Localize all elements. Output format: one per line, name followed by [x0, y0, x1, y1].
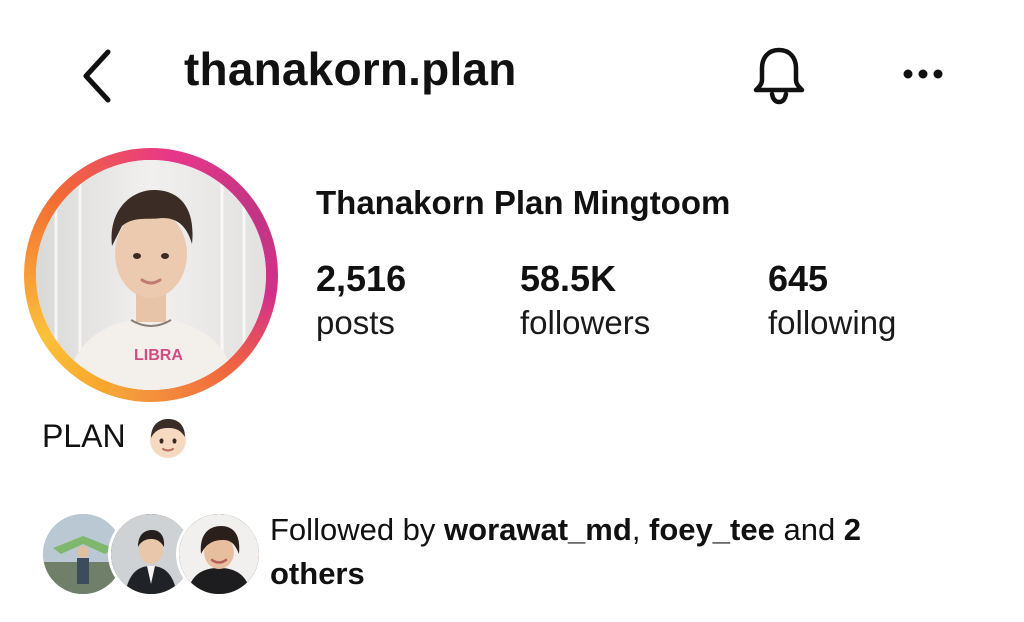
followed-by-user-1[interactable]: worawat_md: [444, 512, 632, 547]
profile-username: thanakorn.plan: [184, 43, 517, 95]
following-label: following: [768, 304, 897, 341]
profile-full-name: Thanakorn Plan Mingtoom: [316, 184, 731, 221]
more-horizontal-icon: [903, 69, 943, 79]
back-button[interactable]: [70, 46, 126, 106]
notifications-button[interactable]: [746, 44, 812, 108]
follower-photo-3: [179, 514, 259, 594]
followed-by-prefix: Followed by: [270, 512, 445, 547]
following-count: 645: [768, 258, 829, 299]
boy-face-emoji-icon: [146, 416, 190, 460]
followed-by-user-2[interactable]: foey_tee: [649, 512, 775, 547]
followers-stat[interactable]: 58.5K followers: [520, 258, 650, 342]
profile-avatar[interactable]: LIBRA: [36, 160, 266, 390]
followers-label: followers: [520, 304, 651, 341]
posts-count: 2,516: [316, 258, 407, 299]
avatar-shirt-text: LIBRA: [134, 347, 183, 364]
followed-by-and: and: [774, 512, 844, 547]
more-options-button[interactable]: [888, 52, 958, 96]
bio-name: PLAN: [42, 418, 126, 454]
followed-by-count[interactable]: 2: [844, 512, 861, 547]
followed-by-text[interactable]: Followed by worawat_md, foey_tee and 2 ot…: [270, 508, 990, 596]
followed-by-others[interactable]: others: [270, 556, 365, 591]
followed-by-separator: ,: [631, 512, 650, 547]
chevron-left-icon: [83, 49, 111, 103]
posts-label: posts: [316, 304, 395, 341]
avatar-photo: LIBRA: [36, 160, 266, 390]
followers-count: 58.5K: [520, 258, 617, 299]
follower-avatar-3[interactable]: [176, 511, 262, 597]
bell-icon: [753, 47, 805, 105]
posts-stat[interactable]: 2,516 posts: [316, 258, 406, 342]
following-stat[interactable]: 645 following: [768, 258, 896, 342]
